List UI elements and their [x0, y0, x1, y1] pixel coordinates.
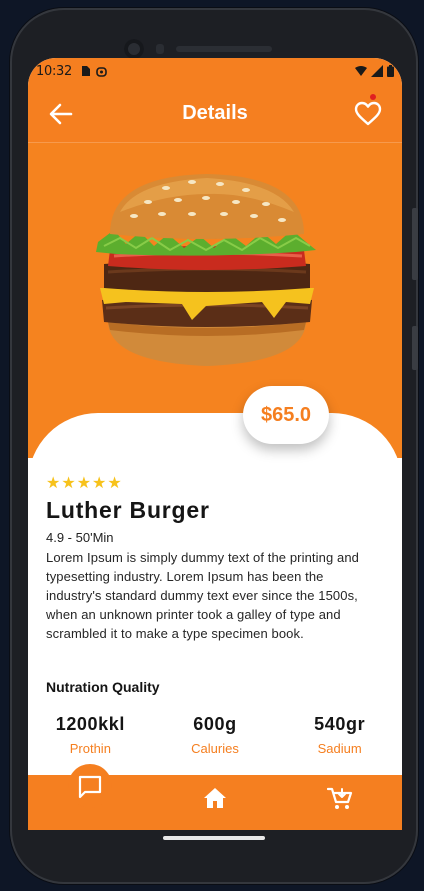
nutrition-item: 1200kkl Prothin [28, 714, 153, 756]
power-button [412, 326, 418, 370]
nutrition-value: 540gr [314, 714, 366, 734]
heart-icon[interactable] [354, 101, 382, 127]
star-icon: ★ [76, 473, 92, 492]
product-name: Luther Burger [46, 497, 210, 523]
price-badge: $65.0 [243, 386, 329, 444]
nutrition-value: 600g [193, 714, 237, 734]
star-icon: ★ [92, 473, 107, 492]
proximity-sensor [156, 44, 164, 54]
status-bar: 10:32 [28, 58, 402, 84]
burger-image [96, 174, 316, 366]
earpiece-speaker [176, 46, 272, 52]
star-icon: ★ [107, 473, 122, 492]
star-icon: ★ [46, 473, 61, 492]
home-icon[interactable] [203, 787, 227, 809]
nutrition-title: Nutration Quality [46, 679, 160, 695]
star-icon: ★ [61, 473, 76, 492]
front-camera [124, 39, 144, 59]
volume-button [412, 208, 418, 280]
rating-stars: ★ ★ ★ ★ ★ [46, 475, 122, 491]
app-bar-divider [28, 142, 402, 143]
page-title: Details [182, 101, 248, 124]
nutrition-label: Caluries [191, 741, 239, 756]
rating-and-time: 4.9 - 50'Min [46, 530, 114, 545]
cart-icon[interactable] [327, 787, 353, 811]
app-bar: Details [28, 84, 402, 142]
back-arrow-icon[interactable] [48, 101, 74, 127]
notification-badge-icon [96, 66, 107, 77]
sim-card-icon [81, 66, 90, 76]
home-indicator[interactable] [163, 836, 265, 840]
nutrition-label: Prothin [69, 741, 111, 756]
battery-icon [387, 65, 394, 77]
nutrition-value: 1200kkl [55, 714, 125, 734]
app-screen: 10:32 Details $65.0 ★ ★ ★ ★ ★ Luther Bur… [28, 58, 402, 830]
chat-icon[interactable] [77, 774, 103, 800]
notification-dot [370, 94, 376, 100]
nutrition-item: 540gr Sadium [277, 714, 402, 756]
signal-icon [371, 65, 383, 77]
wifi-icon [355, 66, 367, 76]
nutrition-label: Sadium [317, 741, 362, 756]
status-time: 10:32 [36, 63, 72, 79]
product-description: Lorem Ipsum is simply dummy text of the … [46, 550, 359, 641]
nutrition-stats: 1200kkl Prothin 600g Caluries 540gr Sadi… [28, 714, 402, 756]
nutrition-item: 600g Caluries [153, 714, 278, 756]
